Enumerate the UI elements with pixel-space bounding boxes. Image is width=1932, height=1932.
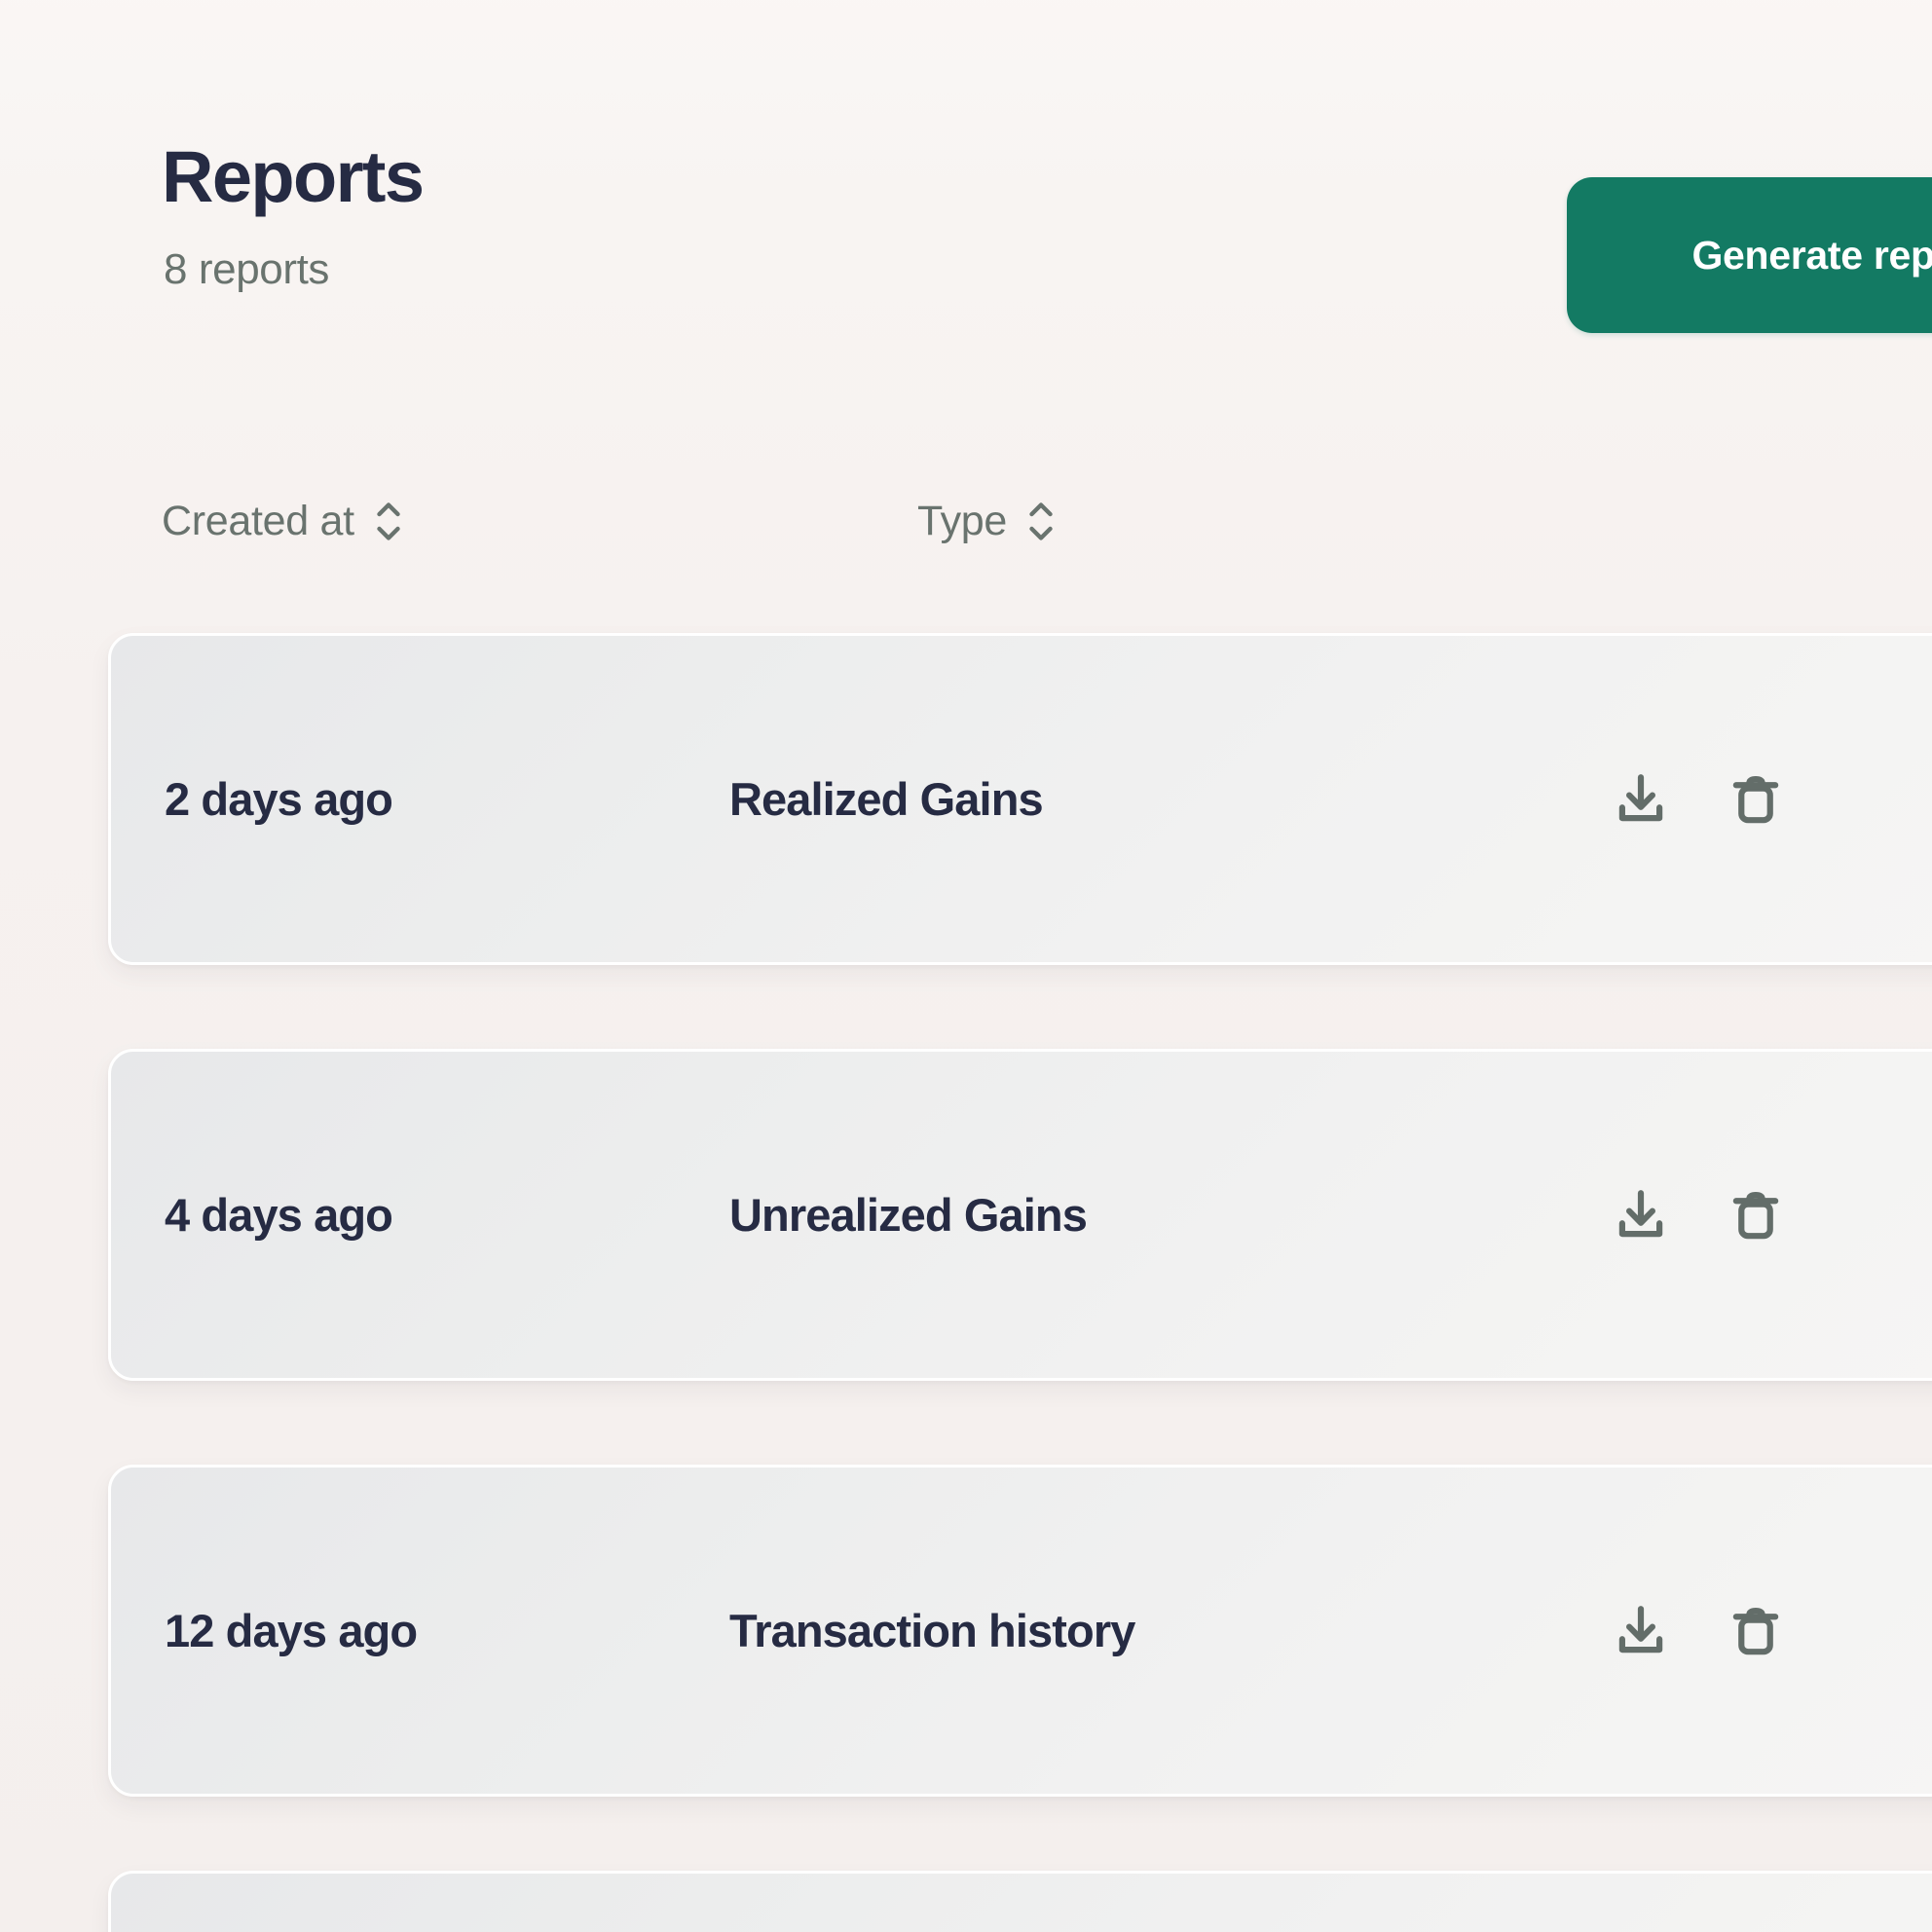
row-actions <box>1611 769 1786 830</box>
cell-created-at: 4 days ago <box>165 1188 393 1241</box>
cell-created-at: 12 days ago <box>165 1604 418 1656</box>
cell-created-at: 2 days ago <box>165 772 393 825</box>
app-window: Reports 8 reports Generate report Create… <box>0 0 1932 1932</box>
table-row[interactable]: 2 days ago Realized Gains <box>108 633 1932 965</box>
page-content: Reports 8 reports Generate report Create… <box>14 14 1932 1932</box>
reports-list: 2 days ago Realized Gains 4 days ago Unr… <box>14 14 1932 1932</box>
row-actions <box>1611 1601 1786 1661</box>
table-row[interactable] <box>108 1871 1932 1932</box>
trash-icon[interactable] <box>1726 1601 1786 1661</box>
download-icon[interactable] <box>1611 769 1671 830</box>
window-surface: Reports 8 reports Generate report Create… <box>0 0 1932 1932</box>
trash-icon[interactable] <box>1726 769 1786 830</box>
cell-type: Unrealized Gains <box>729 1188 1088 1241</box>
cell-type: Transaction history <box>729 1604 1135 1656</box>
table-row[interactable]: 4 days ago Unrealized Gains <box>108 1049 1932 1381</box>
trash-icon[interactable] <box>1726 1185 1786 1245</box>
row-actions <box>1611 1185 1786 1245</box>
cell-type: Realized Gains <box>729 772 1044 825</box>
table-row[interactable]: 12 days ago Transaction history <box>108 1465 1932 1797</box>
download-icon[interactable] <box>1611 1601 1671 1661</box>
download-icon[interactable] <box>1611 1185 1671 1245</box>
